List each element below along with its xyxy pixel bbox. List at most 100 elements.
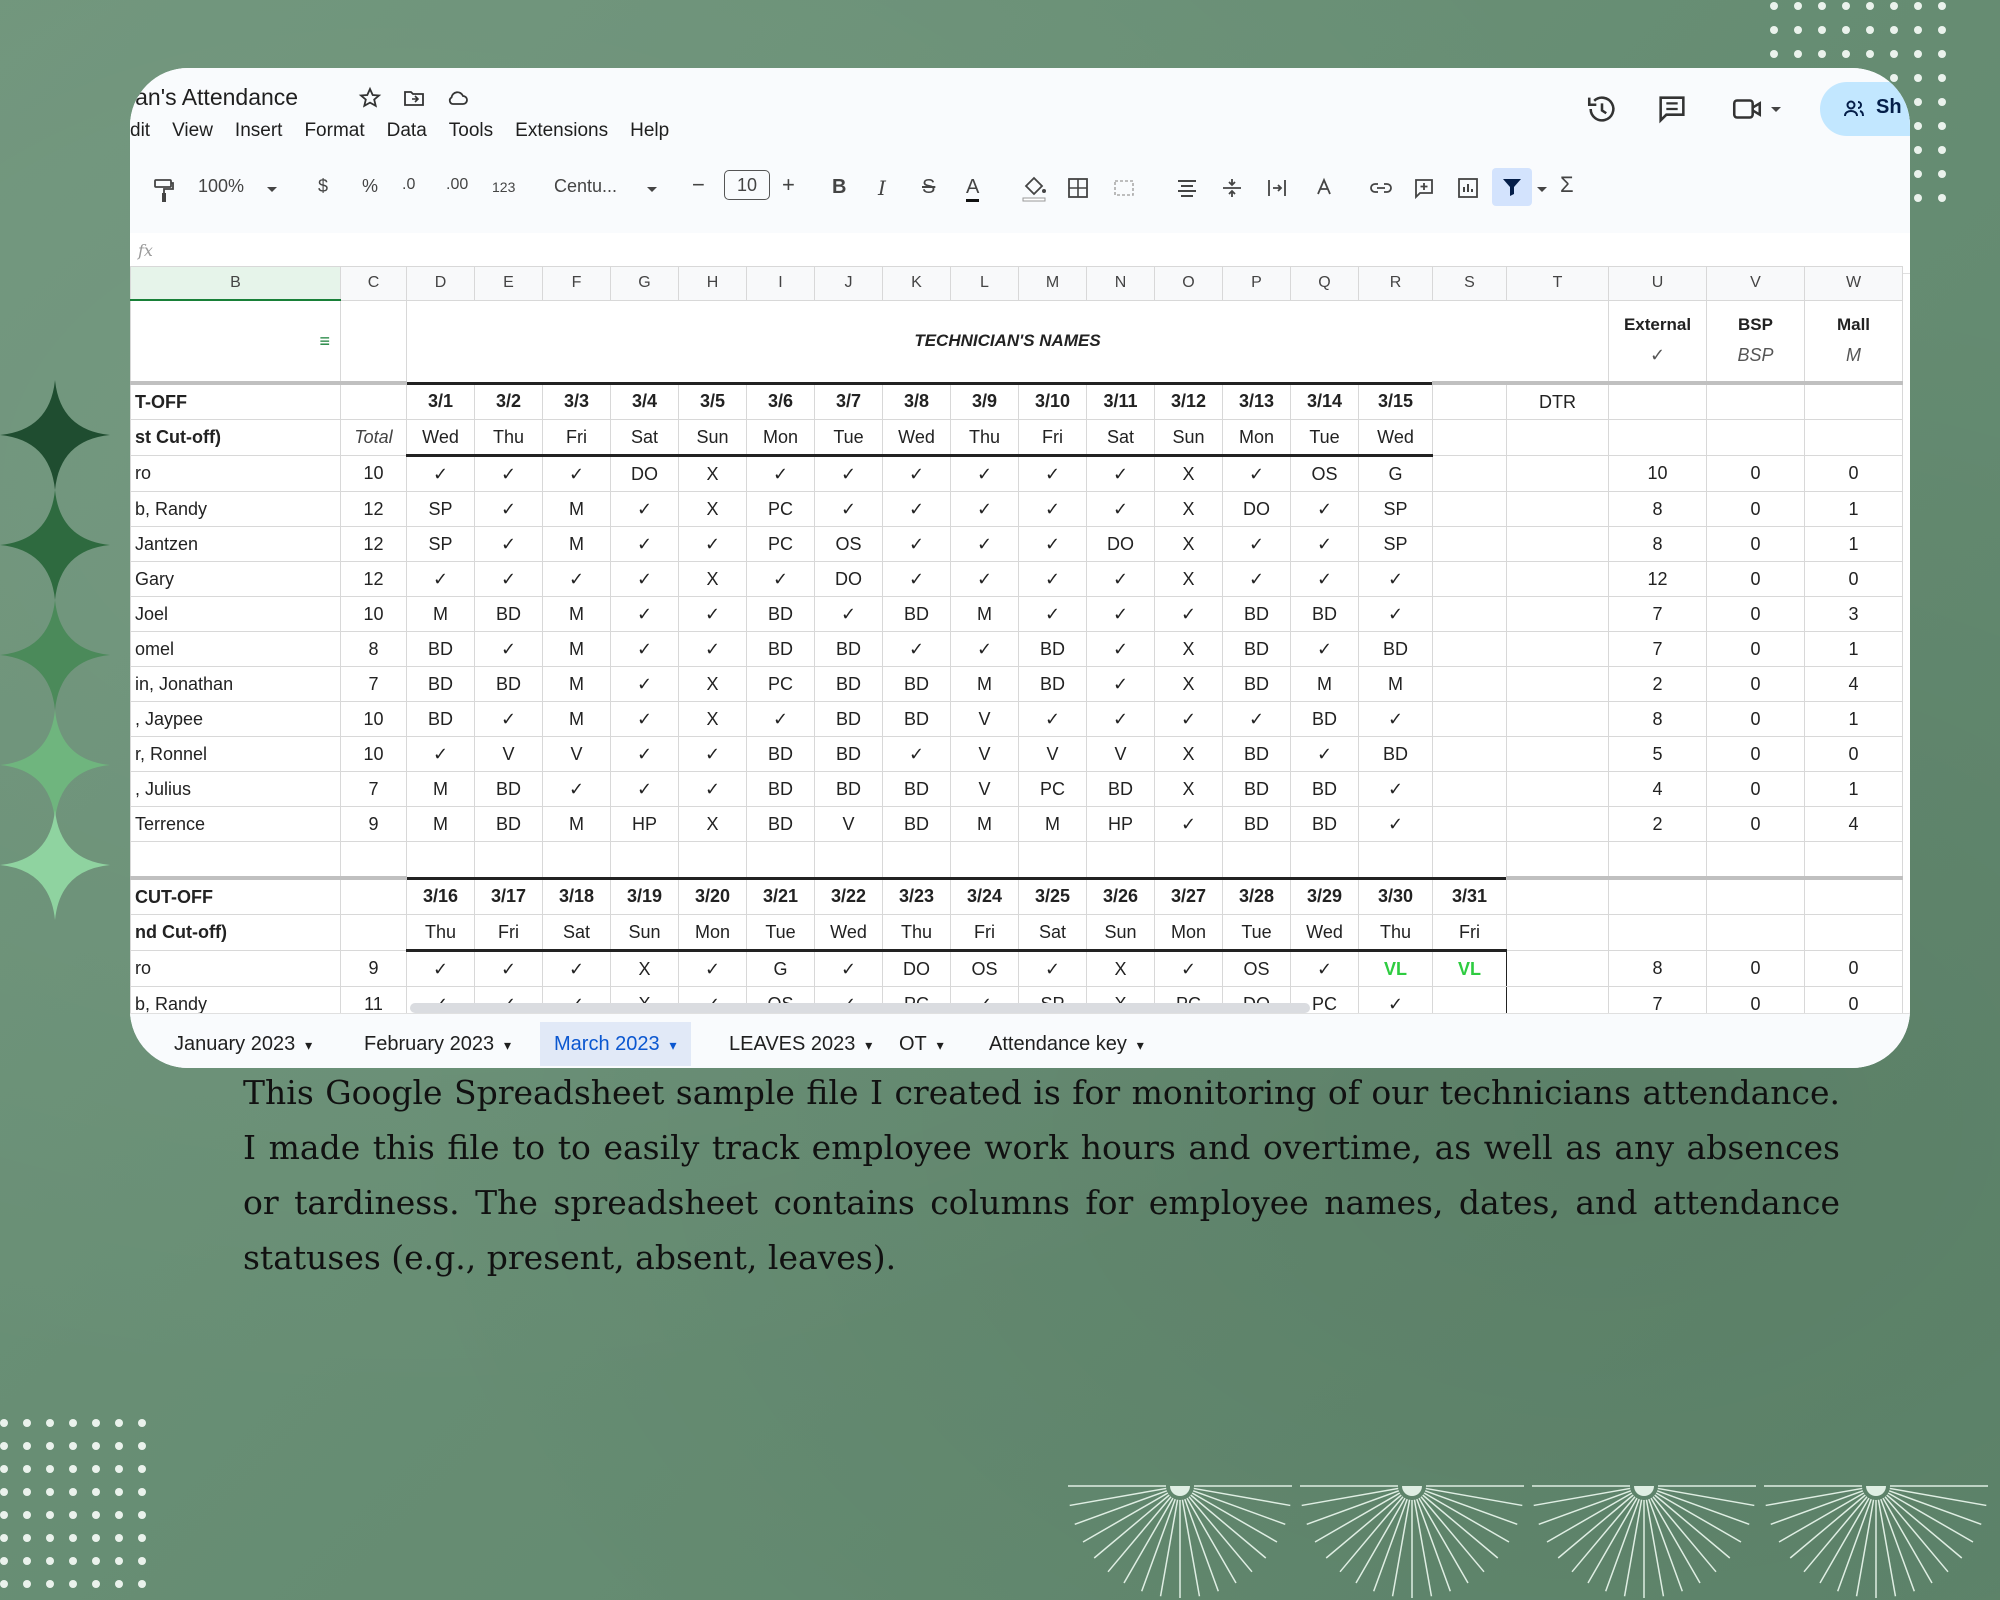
second-cutoff-sublabel[interactable]: nd Cut-off) — [130, 914, 341, 951]
number-format-button[interactable]: 123 — [492, 179, 515, 195]
attendance-cell[interactable]: ✓ — [406, 736, 475, 772]
attendance-cell[interactable]: V — [950, 701, 1019, 737]
second-cutoff-day-cell[interactable] — [1506, 914, 1609, 951]
attendance-cell[interactable]: ✓ — [1086, 666, 1155, 702]
filter-button[interactable] — [1492, 168, 1532, 206]
sheet-tab[interactable]: January 2023 ▾ — [160, 1022, 326, 1066]
currency-format-button[interactable]: $ — [318, 176, 328, 197]
font-size-increase-button[interactable]: + — [782, 172, 795, 198]
attendance-cell[interactable]: BD — [474, 596, 543, 632]
first-cutoff-date-cell[interactable]: 3/11 — [1086, 381, 1155, 420]
tab-chevron-icon[interactable]: ▾ — [1133, 1037, 1144, 1053]
attendance-cell[interactable]: BD — [746, 806, 815, 842]
attendance-cell[interactable]: ✓ — [950, 631, 1019, 667]
first-cutoff-blank[interactable] — [1706, 419, 1805, 456]
external-count[interactable]: 8 — [1608, 491, 1707, 527]
attendance-cell[interactable] — [1432, 455, 1507, 492]
second-cutoff-day-cell[interactable]: Mon — [678, 914, 747, 952]
attendance-cell[interactable]: ✓ — [1086, 455, 1155, 492]
external-count[interactable]: 2 — [1608, 806, 1707, 842]
attendance-cell[interactable] — [1432, 771, 1507, 807]
attendance-cell[interactable]: ✓ — [678, 736, 747, 772]
attendance-cell[interactable]: ✓ — [950, 455, 1019, 492]
attendance-cell[interactable]: X — [1086, 950, 1155, 987]
column-header-B[interactable]: B — [130, 266, 341, 301]
attendance-cell[interactable]: ✓ — [1358, 771, 1433, 807]
attendance-cell[interactable]: ✓ — [746, 701, 815, 737]
first-cutoff-date-cell[interactable]: 3/8 — [882, 381, 951, 420]
attendance-cell[interactable]: ✓ — [1222, 701, 1291, 737]
attendance-cell[interactable]: ✓ — [474, 455, 543, 492]
second-cutoff-blank[interactable] — [1608, 876, 1707, 915]
first-cutoff-blank[interactable] — [1804, 419, 1903, 456]
star-icon[interactable] — [358, 86, 382, 110]
second-cutoff-blank[interactable] — [1706, 914, 1805, 951]
attendance-cell[interactable]: ✓ — [610, 526, 679, 562]
column-header-O[interactable]: O — [1154, 266, 1223, 301]
attendance-cell[interactable]: ✓ — [746, 561, 815, 597]
menu-data[interactable]: Data — [387, 120, 427, 142]
empty-cell[interactable] — [1358, 841, 1433, 879]
attendance-cell[interactable]: ✓ — [678, 631, 747, 667]
attendance-cell[interactable]: ✓ — [1358, 701, 1433, 737]
zoom-chevron-icon[interactable] — [266, 186, 278, 194]
mall-count[interactable]: 1 — [1804, 701, 1903, 737]
technician-name[interactable]: Joel — [130, 596, 341, 632]
tab-chevron-icon[interactable]: ▾ — [500, 1037, 511, 1053]
first-cutoff-day-cell[interactable]: Fri — [542, 419, 611, 457]
second-cutoff-date-cell[interactable]: 3/17 — [474, 876, 543, 915]
bsp-count[interactable]: 0 — [1706, 771, 1805, 807]
attendance-cell[interactable] — [1432, 806, 1507, 842]
attendance-cell[interactable]: PC — [746, 491, 815, 527]
header-bsp[interactable]: BSP BSP — [1706, 299, 1805, 384]
cloud-status-icon[interactable] — [446, 86, 470, 110]
insert-chart-icon[interactable] — [1456, 176, 1480, 200]
fill-color-icon[interactable] — [1020, 176, 1048, 202]
second-cutoff-day-cell[interactable]: Tue — [1222, 914, 1291, 952]
insert-link-icon[interactable] — [1368, 176, 1394, 200]
attendance-cell[interactable]: ✓ — [1018, 701, 1087, 737]
header-mall[interactable]: Mall M — [1804, 299, 1903, 384]
filter-cell[interactable]: ≡ — [130, 299, 341, 384]
attendance-cell[interactable]: X — [1154, 631, 1223, 667]
bsp-count[interactable]: 0 — [1706, 950, 1805, 987]
empty-cell[interactable] — [542, 841, 611, 879]
empty-cell[interactable] — [746, 841, 815, 879]
attendance-cell[interactable]: BD — [1358, 736, 1433, 772]
attendance-cell[interactable]: BD — [406, 666, 475, 702]
attendance-cell[interactable]: ✓ — [542, 455, 611, 492]
column-header-E[interactable]: E — [474, 266, 543, 301]
attendance-cell[interactable]: OS — [1222, 950, 1291, 987]
attendance-cell[interactable]: DO — [882, 950, 951, 987]
first-cutoff-blank[interactable] — [1608, 381, 1707, 420]
attendance-cell[interactable]: V — [1086, 736, 1155, 772]
attendance-cell[interactable]: ✓ — [474, 950, 543, 987]
attendance-cell[interactable]: ✓ — [882, 736, 951, 772]
external-count[interactable]: 8 — [1608, 950, 1707, 987]
attendance-cell[interactable]: M — [1358, 666, 1433, 702]
menu-edit[interactable]: dit — [130, 120, 150, 142]
attendance-cell[interactable] — [1432, 631, 1507, 667]
technician-total[interactable]: 8 — [340, 631, 407, 667]
second-cutoff-day-cell[interactable]: Sat — [1018, 914, 1087, 952]
column-header-K[interactable]: K — [882, 266, 951, 301]
attendance-cell[interactable]: BD — [746, 736, 815, 772]
attendance-cell[interactable]: X — [610, 950, 679, 987]
attendance-cell[interactable]: BD — [1222, 736, 1291, 772]
external-count[interactable]: 4 — [1608, 771, 1707, 807]
bsp-count[interactable]: 0 — [1706, 526, 1805, 562]
attendance-cell[interactable]: X — [678, 491, 747, 527]
first-cutoff-day-cell[interactable]: Sat — [1086, 419, 1155, 457]
attendance-cell[interactable]: X — [678, 455, 747, 492]
filter-chevron-icon[interactable] — [1536, 186, 1548, 194]
attendance-cell[interactable]: X — [1154, 491, 1223, 527]
attendance-cell[interactable] — [1506, 950, 1609, 987]
first-cutoff-day-cell[interactable] — [1432, 419, 1507, 456]
attendance-cell[interactable]: M — [542, 631, 611, 667]
attendance-cell[interactable]: M — [542, 596, 611, 632]
first-cutoff-day-cell[interactable]: Mon — [746, 419, 815, 457]
attendance-cell[interactable]: ✓ — [474, 491, 543, 527]
attendance-cell[interactable]: SP — [406, 491, 475, 527]
column-header-J[interactable]: J — [814, 266, 883, 301]
percent-format-button[interactable]: % — [362, 176, 378, 197]
